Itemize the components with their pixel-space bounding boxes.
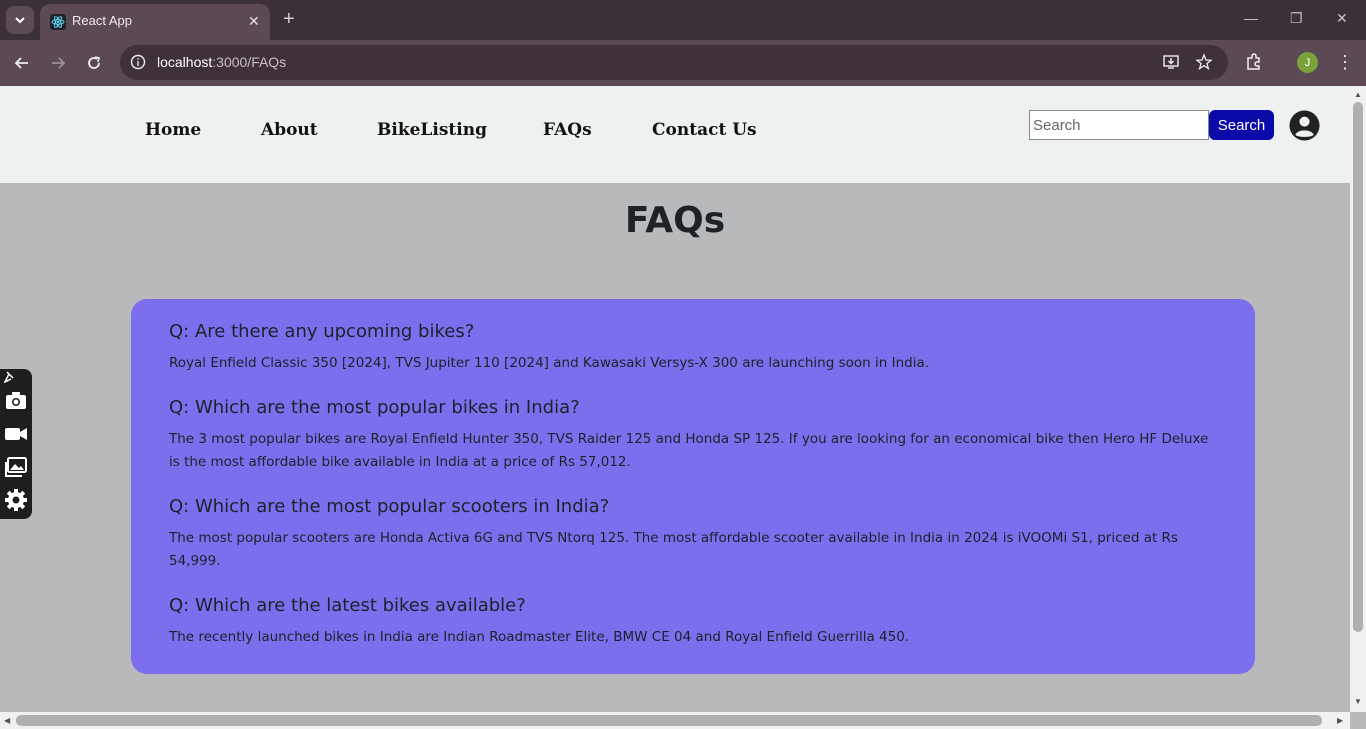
scroll-left-icon[interactable]: ◀ (4, 716, 10, 725)
install-app-icon[interactable] (1162, 53, 1180, 71)
horizontal-scroll-thumb[interactable] (16, 715, 1322, 726)
pin-icon[interactable] (4, 371, 16, 383)
browser-toolbar: localhost:3000/FAQs J ⋮ (0, 40, 1366, 86)
faq-answer: Royal Enfield Classic 350 [2024], TVS Ju… (169, 355, 930, 371)
vertical-scrollbar[interactable]: ▲ ▼ (1350, 86, 1366, 712)
url-text: localhost:3000/FAQs (157, 54, 287, 70)
faq-item: Q: Which are the latest bikes available?… (169, 595, 1217, 649)
site-navbar: Home About BikeListing FAQs Contact Us S… (0, 86, 1350, 183)
page-title: FAQs (624, 200, 726, 241)
vertical-scroll-thumb[interactable] (1353, 102, 1363, 632)
search-button[interactable]: Search (1209, 110, 1274, 140)
back-icon[interactable] (11, 52, 33, 74)
search-input[interactable] (1029, 110, 1209, 140)
faq-item: Q: Are there any upcoming bikes? Royal E… (169, 321, 1217, 375)
bookmark-star-icon[interactable] (1195, 53, 1213, 71)
close-tab-icon[interactable]: ✕ (248, 13, 260, 30)
faq-question: Q: Are there any upcoming bikes? (169, 321, 475, 342)
faq-answer: The recently launched bikes in India are… (169, 629, 910, 645)
forward-icon[interactable] (47, 52, 69, 74)
close-window-icon[interactable]: ✕ (1336, 10, 1348, 27)
nav-about[interactable]: About (261, 120, 318, 140)
nav-bikelisting[interactable]: BikeListing (377, 120, 487, 140)
settings-gear-icon[interactable] (4, 488, 28, 512)
scroll-right-icon[interactable]: ▶ (1337, 716, 1343, 725)
nav-home[interactable]: Home (145, 120, 201, 140)
faq-question: Q: Which are the latest bikes available? (169, 595, 526, 616)
faq-question: Q: Which are the most popular scooters i… (169, 496, 610, 517)
faq-card: Q: Are there any upcoming bikes? Royal E… (131, 299, 1255, 674)
video-camera-icon[interactable] (4, 422, 28, 446)
restore-icon[interactable]: ❐ (1290, 10, 1303, 27)
faq-item: Q: Which are the most popular scooters i… (169, 496, 1217, 573)
tab-title: React App (72, 13, 132, 28)
profile-avatar[interactable]: J (1297, 52, 1318, 73)
faq-answer: The most popular scooters are Honda Acti… (169, 530, 1178, 569)
capture-side-toolbar (0, 369, 32, 519)
extensions-icon[interactable] (1244, 52, 1264, 72)
minimize-icon[interactable]: — (1244, 10, 1258, 26)
more-menu-icon[interactable]: ⋮ (1336, 52, 1354, 73)
gallery-icon[interactable] (4, 455, 28, 479)
faq-question: Q: Which are the most popular bikes in I… (169, 397, 580, 418)
camera-icon[interactable] (4, 389, 28, 413)
reload-icon[interactable] (83, 52, 105, 74)
page-viewport: Home About BikeListing FAQs Contact Us S… (0, 86, 1350, 712)
nav-contact-us[interactable]: Contact Us (652, 120, 757, 140)
scroll-down-icon[interactable]: ▼ (1354, 697, 1362, 706)
tab-search-button[interactable] (6, 6, 34, 34)
react-logo-icon (50, 14, 66, 30)
browser-tab-bar: React App ✕ + — ❐ ✕ (0, 0, 1366, 40)
new-tab-icon[interactable]: + (283, 8, 295, 31)
user-account-icon[interactable] (1289, 110, 1320, 141)
chevron-down-icon (15, 17, 25, 24)
faq-answer: The 3 most popular bikes are Royal Enfie… (169, 431, 1209, 470)
nav-faqs[interactable]: FAQs (543, 120, 592, 140)
faq-item: Q: Which are the most popular bikes in I… (169, 397, 1217, 474)
browser-tab[interactable]: React App ✕ (40, 4, 270, 40)
scroll-up-icon[interactable]: ▲ (1354, 90, 1362, 99)
horizontal-scrollbar[interactable]: ◀ ▶ (0, 712, 1350, 729)
site-info-icon[interactable] (130, 54, 146, 70)
address-bar[interactable]: localhost:3000/FAQs (120, 45, 1228, 80)
